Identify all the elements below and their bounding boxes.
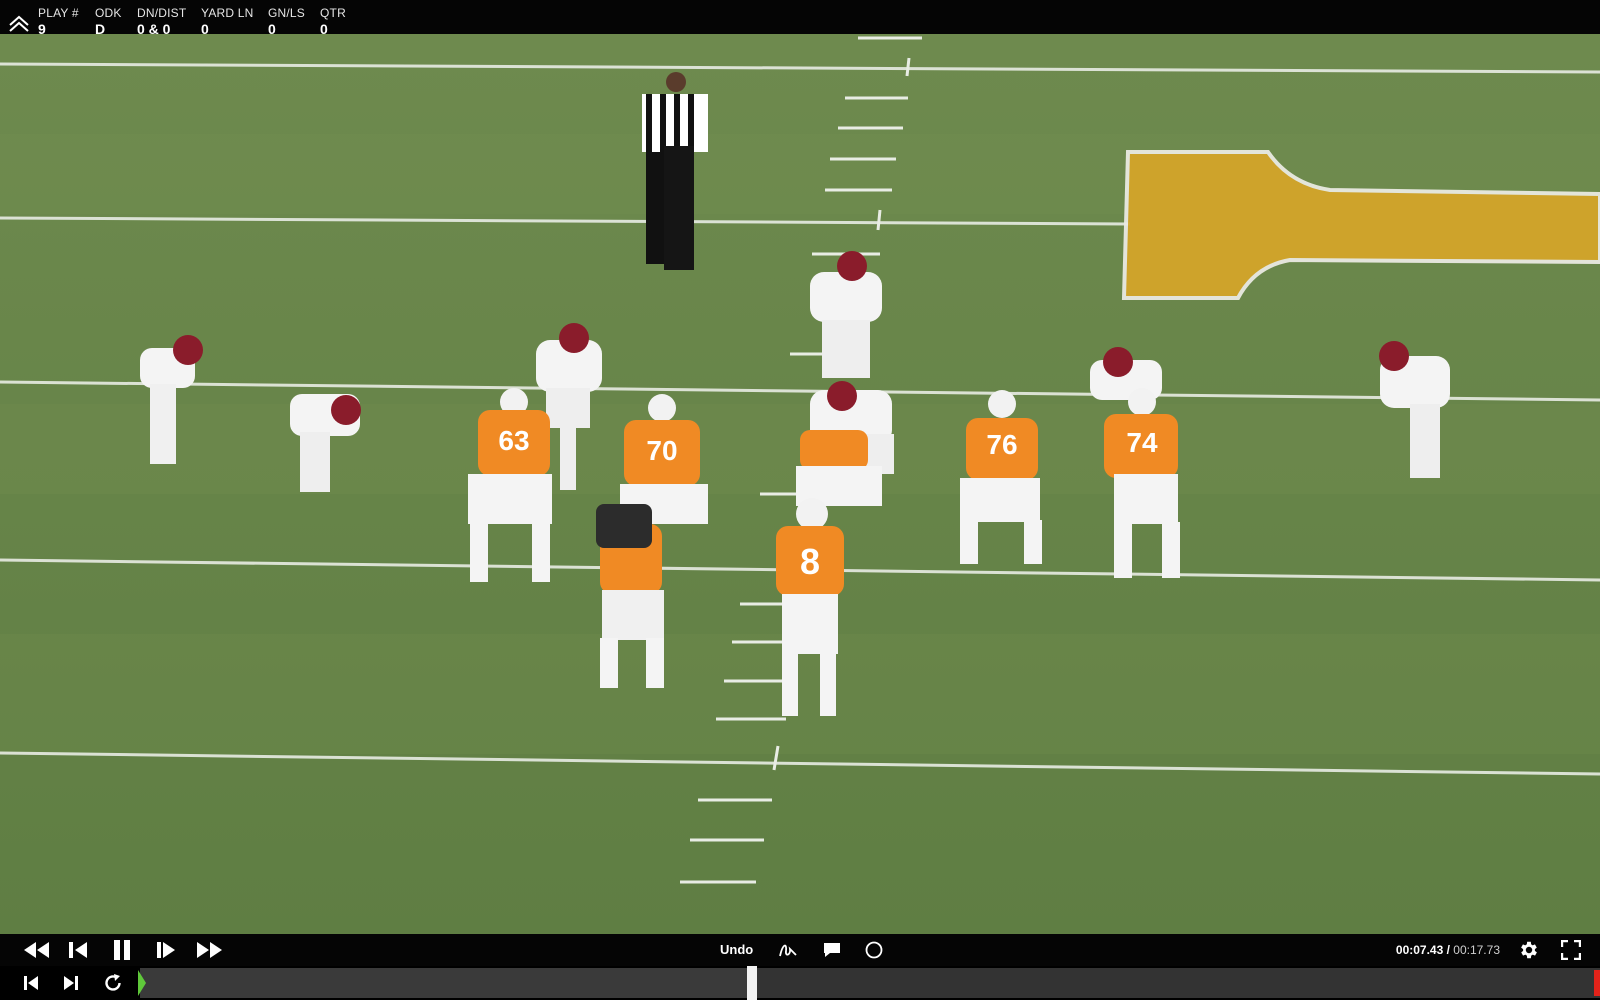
circle-tool-button[interactable]: [862, 934, 886, 966]
time-display: 00:07.43 / 00:17.73: [1396, 943, 1500, 957]
skip-end-button[interactable]: [58, 966, 84, 1000]
jersey-number: 76: [986, 429, 1017, 460]
undo-button[interactable]: Undo: [720, 942, 753, 957]
pause-icon: [114, 940, 130, 960]
yard-line-field: YARD LN 0: [201, 6, 254, 37]
step-forward-icon: [157, 942, 175, 958]
clip-end-marker: [1594, 970, 1600, 996]
skip-end-icon: [64, 976, 78, 990]
rewind-icon: [24, 942, 49, 958]
fullscreen-icon: [1561, 940, 1581, 960]
video-frame[interactable]: 63 70 76 74 8: [0, 34, 1600, 934]
total-time: 00:17.73: [1453, 943, 1500, 957]
jersey-number: 8: [800, 541, 820, 582]
jersey-number: 74: [1126, 427, 1158, 458]
fullscreen-button[interactable]: [1558, 934, 1584, 966]
fast-forward-button[interactable]: [192, 934, 226, 966]
rewind-button[interactable]: [20, 934, 54, 966]
timeline-progress: [140, 968, 752, 998]
football-field: 63 70 76 74 8: [0, 34, 1600, 934]
quarter-field: QTR 0: [320, 6, 346, 37]
pause-button[interactable]: [108, 934, 136, 966]
step-back-button[interactable]: [64, 934, 92, 966]
comment-icon: [824, 943, 840, 957]
draw-button[interactable]: [776, 934, 800, 966]
field-value: 0: [320, 21, 328, 37]
field-label: DN/DIST: [137, 6, 187, 20]
settings-button[interactable]: [1516, 934, 1542, 966]
timeline-playhead[interactable]: [746, 966, 757, 1000]
field-label: GN/LS: [268, 6, 306, 20]
field-value: 9: [38, 21, 46, 37]
jersey-number: 63: [498, 425, 529, 456]
field-value: D: [95, 21, 106, 37]
gain-loss-field: GN/LS 0: [268, 6, 305, 37]
field-label: ODK: [95, 6, 122, 20]
skip-start-button[interactable]: [18, 966, 44, 1000]
skip-start-icon: [24, 976, 38, 990]
circle-icon: [865, 941, 883, 959]
collapse-icon[interactable]: [8, 13, 30, 33]
field-value: 0 & 0: [137, 21, 171, 37]
gear-icon: [1521, 941, 1537, 959]
field-value: 0: [268, 21, 276, 37]
field-label: YARD LN: [201, 6, 254, 20]
field-value: 0: [201, 21, 209, 37]
fast-forward-icon: [197, 942, 222, 958]
playback-controls: Undo 00:07.43 / 00:17.73: [0, 934, 1600, 966]
step-forward-button[interactable]: [152, 934, 180, 966]
replay-button[interactable]: [100, 966, 126, 1000]
time-separator: /: [1443, 943, 1454, 957]
current-time: 00:07.43: [1395, 943, 1444, 957]
down-distance-field: DN/DIST 0 & 0: [137, 6, 186, 37]
timeline-bar: [0, 966, 1600, 1000]
play-info-bar: PLAY # 9 ODK D DN/DIST 0 & 0 YARD LN 0 G…: [0, 0, 1600, 37]
draw-icon: [779, 944, 797, 957]
comment-button[interactable]: [820, 934, 844, 966]
field-label: PLAY #: [38, 6, 79, 20]
play-number-field: PLAY # 9: [38, 6, 79, 37]
jersey-number: 70: [646, 435, 677, 466]
odk-field: ODK D: [95, 6, 122, 37]
step-back-icon: [69, 942, 87, 958]
replay-icon: [105, 974, 121, 991]
field-label: QTR: [320, 6, 346, 20]
